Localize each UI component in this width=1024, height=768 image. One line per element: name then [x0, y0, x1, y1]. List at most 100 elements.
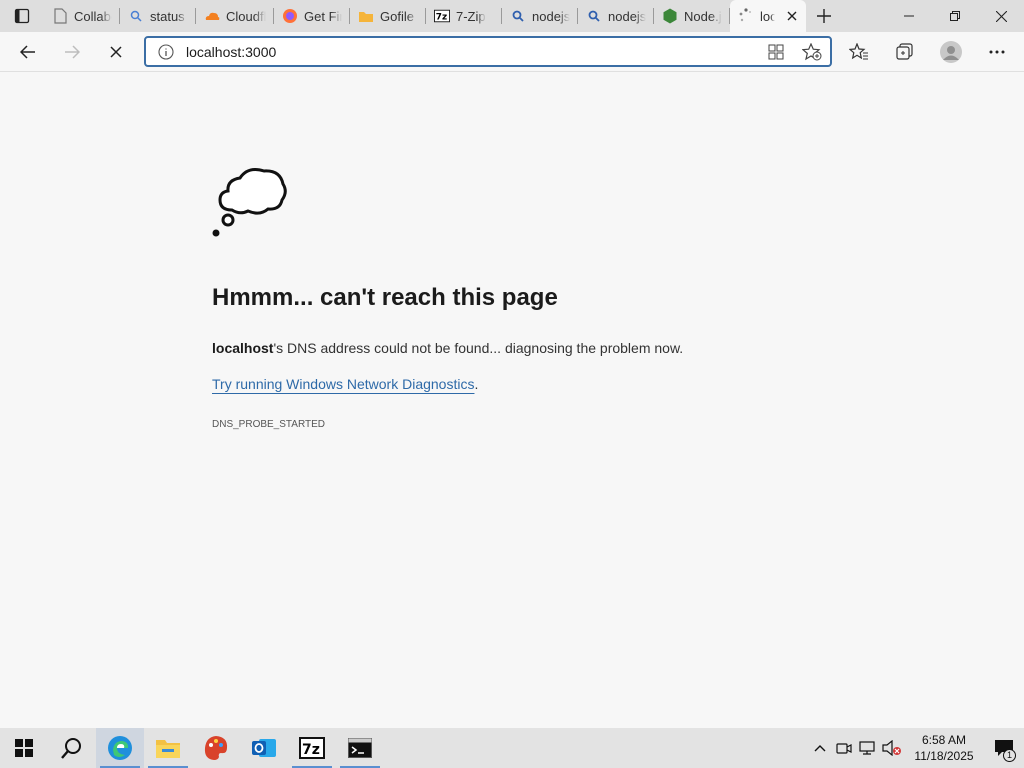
tab-3[interactable]: Get Fire	[274, 0, 350, 32]
firefox-icon	[282, 8, 298, 24]
tab-label: nodejs	[608, 8, 646, 24]
tab-label: Node.js	[684, 8, 722, 24]
restore-icon	[950, 11, 960, 21]
close-icon	[787, 11, 797, 21]
notifications-button[interactable]: 1	[984, 728, 1024, 768]
profile-button[interactable]	[928, 32, 974, 72]
network-icon	[859, 741, 875, 755]
gofile-icon	[358, 8, 374, 24]
diagnostics-suffix: .	[474, 376, 479, 392]
outlook-icon	[252, 739, 276, 757]
camera-icon	[836, 743, 852, 754]
error-message-text: 's DNS address could not be found... dia…	[273, 340, 684, 356]
7zip-taskbar-button[interactable]: 7z	[288, 728, 336, 768]
error-host: localhost	[212, 340, 274, 356]
tab-4[interactable]: Gofile -	[350, 0, 426, 32]
paint-icon	[204, 736, 228, 760]
plus-icon	[817, 9, 831, 23]
more-icon	[989, 50, 1005, 54]
notification-badge: 1	[1003, 749, 1016, 762]
svg-text:7z: 7z	[436, 13, 447, 23]
diagnostics-line: Try running Windows Network Diagnostics.	[212, 376, 478, 392]
site-info-icon[interactable]	[146, 43, 186, 60]
tab-strip: Collabo status c Cloudfl Get Fire Gofile…	[0, 0, 1024, 32]
tab-1[interactable]: status c	[120, 0, 196, 32]
stop-loading-button[interactable]	[94, 32, 138, 72]
collections-icon	[896, 43, 913, 60]
network-button[interactable]	[856, 728, 880, 768]
add-favorite-button[interactable]	[794, 42, 830, 61]
tab-0[interactable]: Collabo	[44, 0, 120, 32]
terminal-icon	[348, 738, 372, 758]
tab-label: loc	[760, 8, 776, 24]
tab-9-active[interactable]: loc	[730, 0, 806, 32]
edge-taskbar-button[interactable]	[96, 728, 144, 768]
page-icon	[52, 8, 68, 24]
file-explorer-taskbar-button[interactable]	[144, 728, 192, 768]
address-bar[interactable]	[144, 36, 832, 67]
7zip-icon: 7z	[299, 737, 325, 759]
tab-label: status c	[150, 8, 188, 24]
search-icon	[510, 8, 526, 24]
window-controls	[886, 0, 1024, 32]
start-button[interactable]	[0, 728, 48, 768]
minimize-icon	[904, 15, 914, 17]
meet-now-button[interactable]	[832, 728, 856, 768]
paint-taskbar-button[interactable]	[192, 728, 240, 768]
error-code: DNS_PROBE_STARTED	[212, 419, 325, 430]
clock-date: 11/18/2025	[914, 749, 974, 763]
back-button[interactable]	[6, 32, 50, 72]
app-available-button[interactable]	[758, 44, 794, 60]
network-diagnostics-link[interactable]: Try running Windows Network Diagnostics	[212, 376, 474, 392]
tab-2[interactable]: Cloudfl	[196, 0, 274, 32]
tab-label: Collabo	[74, 8, 112, 24]
close-icon	[995, 10, 1007, 22]
minimize-button[interactable]	[886, 0, 932, 32]
tab-8[interactable]: Node.js	[654, 0, 730, 32]
cloudflare-icon	[204, 8, 220, 24]
terminal-taskbar-button[interactable]	[336, 728, 384, 768]
windows-logo-icon	[15, 739, 33, 757]
tab-actions-button[interactable]	[0, 0, 44, 32]
tab-7[interactable]: nodejs	[578, 0, 654, 32]
page-content: Hmmm... can't reach this page localhost'…	[0, 72, 1024, 728]
clock[interactable]: 6:58 AM 11/18/2025	[904, 732, 984, 764]
search-icon	[128, 8, 144, 24]
restore-button[interactable]	[932, 0, 978, 32]
edge-icon	[108, 736, 132, 760]
toolbar-right	[836, 32, 1020, 72]
search-taskbar-button[interactable]	[48, 728, 96, 768]
tab-label: Cloudfl	[226, 8, 266, 24]
tab-label: Gofile -	[380, 8, 418, 24]
tab-6[interactable]: nodejs	[502, 0, 578, 32]
error-title: Hmmm... can't reach this page	[212, 284, 558, 311]
loading-icon	[738, 8, 754, 24]
tab-5[interactable]: 7z 7-Zip	[426, 0, 502, 32]
favorites-button[interactable]	[836, 32, 882, 72]
error-message: localhost's DNS address could not be fou…	[212, 340, 683, 356]
tab-label: Get Fire	[304, 8, 342, 24]
search-icon	[61, 738, 81, 759]
address-bar-actions	[758, 38, 830, 65]
close-window-button[interactable]	[978, 0, 1024, 32]
new-tab-button[interactable]	[806, 0, 842, 32]
tab-label: nodejs	[532, 8, 570, 24]
url-input[interactable]	[186, 43, 746, 60]
forward-button[interactable]	[50, 32, 94, 72]
outlook-taskbar-button[interactable]	[240, 728, 288, 768]
search-icon	[586, 8, 602, 24]
star-add-icon	[802, 42, 822, 60]
chevron-up-icon	[814, 745, 826, 752]
settings-more-button[interactable]	[974, 32, 1020, 72]
volume-button[interactable]	[880, 728, 904, 768]
nodejs-icon	[662, 8, 678, 24]
avatar-icon	[940, 41, 962, 63]
taskbar: 7z 6:58 AM 11/18/2025 1	[0, 728, 1024, 768]
close-tab-button[interactable]	[785, 9, 798, 23]
forward-arrow-icon	[65, 44, 80, 59]
stop-icon	[110, 45, 122, 58]
svg-text:7z: 7z	[302, 742, 320, 758]
collections-button[interactable]	[882, 32, 928, 72]
show-hidden-icons-button[interactable]	[808, 728, 832, 768]
tab-actions-icon	[14, 8, 30, 24]
